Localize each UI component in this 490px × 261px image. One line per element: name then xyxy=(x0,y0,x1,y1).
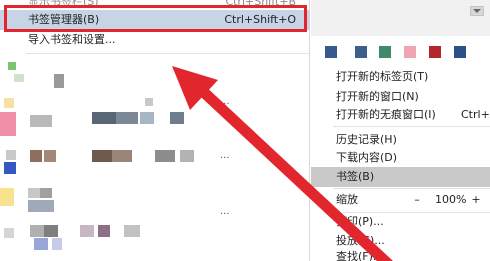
annotation-arrow-icon xyxy=(172,66,393,261)
